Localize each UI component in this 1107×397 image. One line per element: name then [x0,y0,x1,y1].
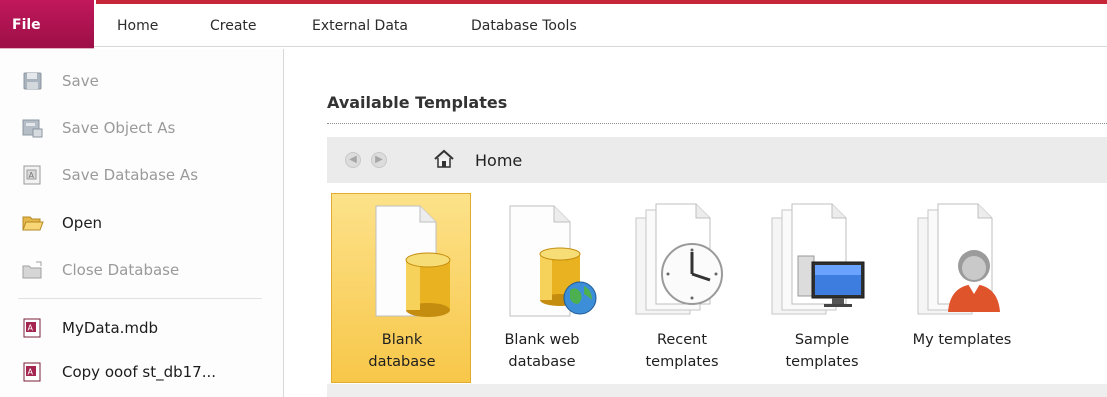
template-caption-line1: Sample [794,332,850,348]
template-caption: Blank web database [472,329,612,373]
nav-location-label: Home [475,151,523,170]
template-caption-line2: database [368,354,436,370]
open-command[interactable]: Open [22,210,102,236]
save-command-label: Save [62,72,99,90]
forward-arrow-icon[interactable]: ▶ [371,152,387,168]
section-title: Available Templates [327,93,508,112]
save-object-as-command[interactable]: Save Object As [22,115,175,141]
template-caption: My templates [892,329,1032,351]
tab-external-data[interactable]: External Data [312,18,408,34]
tab-home[interactable]: Home [117,18,158,34]
save-object-as-label: Save Object As [62,119,176,137]
file-tab-label: File [12,17,41,33]
recent-file-item[interactable]: A Copy ooof st_db17... [22,359,216,385]
tab-create[interactable]: Create [210,18,257,34]
save-database-as-label: Save Database As [62,166,199,184]
template-caption-line2: database [508,354,576,370]
file-tab[interactable]: File [0,0,94,51]
template-blank-database[interactable]: Blank database [331,193,471,383]
template-caption: Recent templates [612,329,752,373]
svg-text:A: A [28,324,34,333]
open-command-label: Open [62,214,103,232]
close-folder-icon [22,260,44,280]
save-database-icon: A [22,165,44,185]
tab-database-tools[interactable]: Database Tools [471,18,577,34]
folder-open-icon [22,213,44,233]
close-database-label: Close Database [62,261,180,279]
template-caption: Sample templates [752,329,892,373]
recent-file-label: MyData.mdb [62,319,159,337]
svg-text:A: A [28,368,34,377]
recent-file-label: Copy ooof st_db17... [62,363,217,381]
floppy-disk-icon [22,71,44,91]
template-caption-line1: My templates [912,332,1012,348]
template-sample-templates[interactable]: Sample templates [751,193,891,383]
access-file-icon: A [22,362,44,382]
access-file-icon: A [22,318,44,338]
menu-separator [18,298,262,299]
save-command[interactable]: Save [22,68,99,94]
home-icon[interactable] [433,149,455,169]
backstage-menu: Save Save Object As A Save Database As O… [0,49,284,397]
available-templates-pane: Available Templates ◀ ▶ Home Blank datab… [285,49,1107,397]
close-database-command[interactable]: Close Database [22,257,179,283]
template-navigation-bar: ◀ ▶ Home [327,137,1107,183]
template-caption-line2: templates [645,354,719,370]
back-arrow-icon[interactable]: ◀ [345,152,361,168]
template-caption-line1: Blank web [504,332,580,348]
save-object-icon [22,118,44,138]
template-recent-templates[interactable]: Recent templates [611,193,751,383]
my-templates-person-icon [892,200,1032,320]
svg-text:A: A [29,171,35,180]
blank-web-database-icon [472,200,612,320]
ribbon-accent-line [96,0,1107,4]
blank-database-icon [332,200,472,320]
section-divider [327,123,1107,124]
sample-templates-monitor-icon [752,200,892,320]
template-caption-line2: templates [785,354,859,370]
template-caption-line1: Blank [381,332,423,348]
template-caption-line1: Recent [656,332,708,348]
gallery-bottom-bar [327,384,1107,397]
template-blank-web-database[interactable]: Blank web database [471,193,611,383]
template-caption: Blank database [332,329,472,373]
save-database-as-command[interactable]: A Save Database As [22,162,198,188]
ribbon-tab-bar: File Home Create External Data Database … [0,0,1107,51]
recent-templates-clock-icon [612,200,752,320]
template-my-templates[interactable]: My templates [891,193,1031,383]
recent-file-item[interactable]: A MyData.mdb [22,315,158,341]
